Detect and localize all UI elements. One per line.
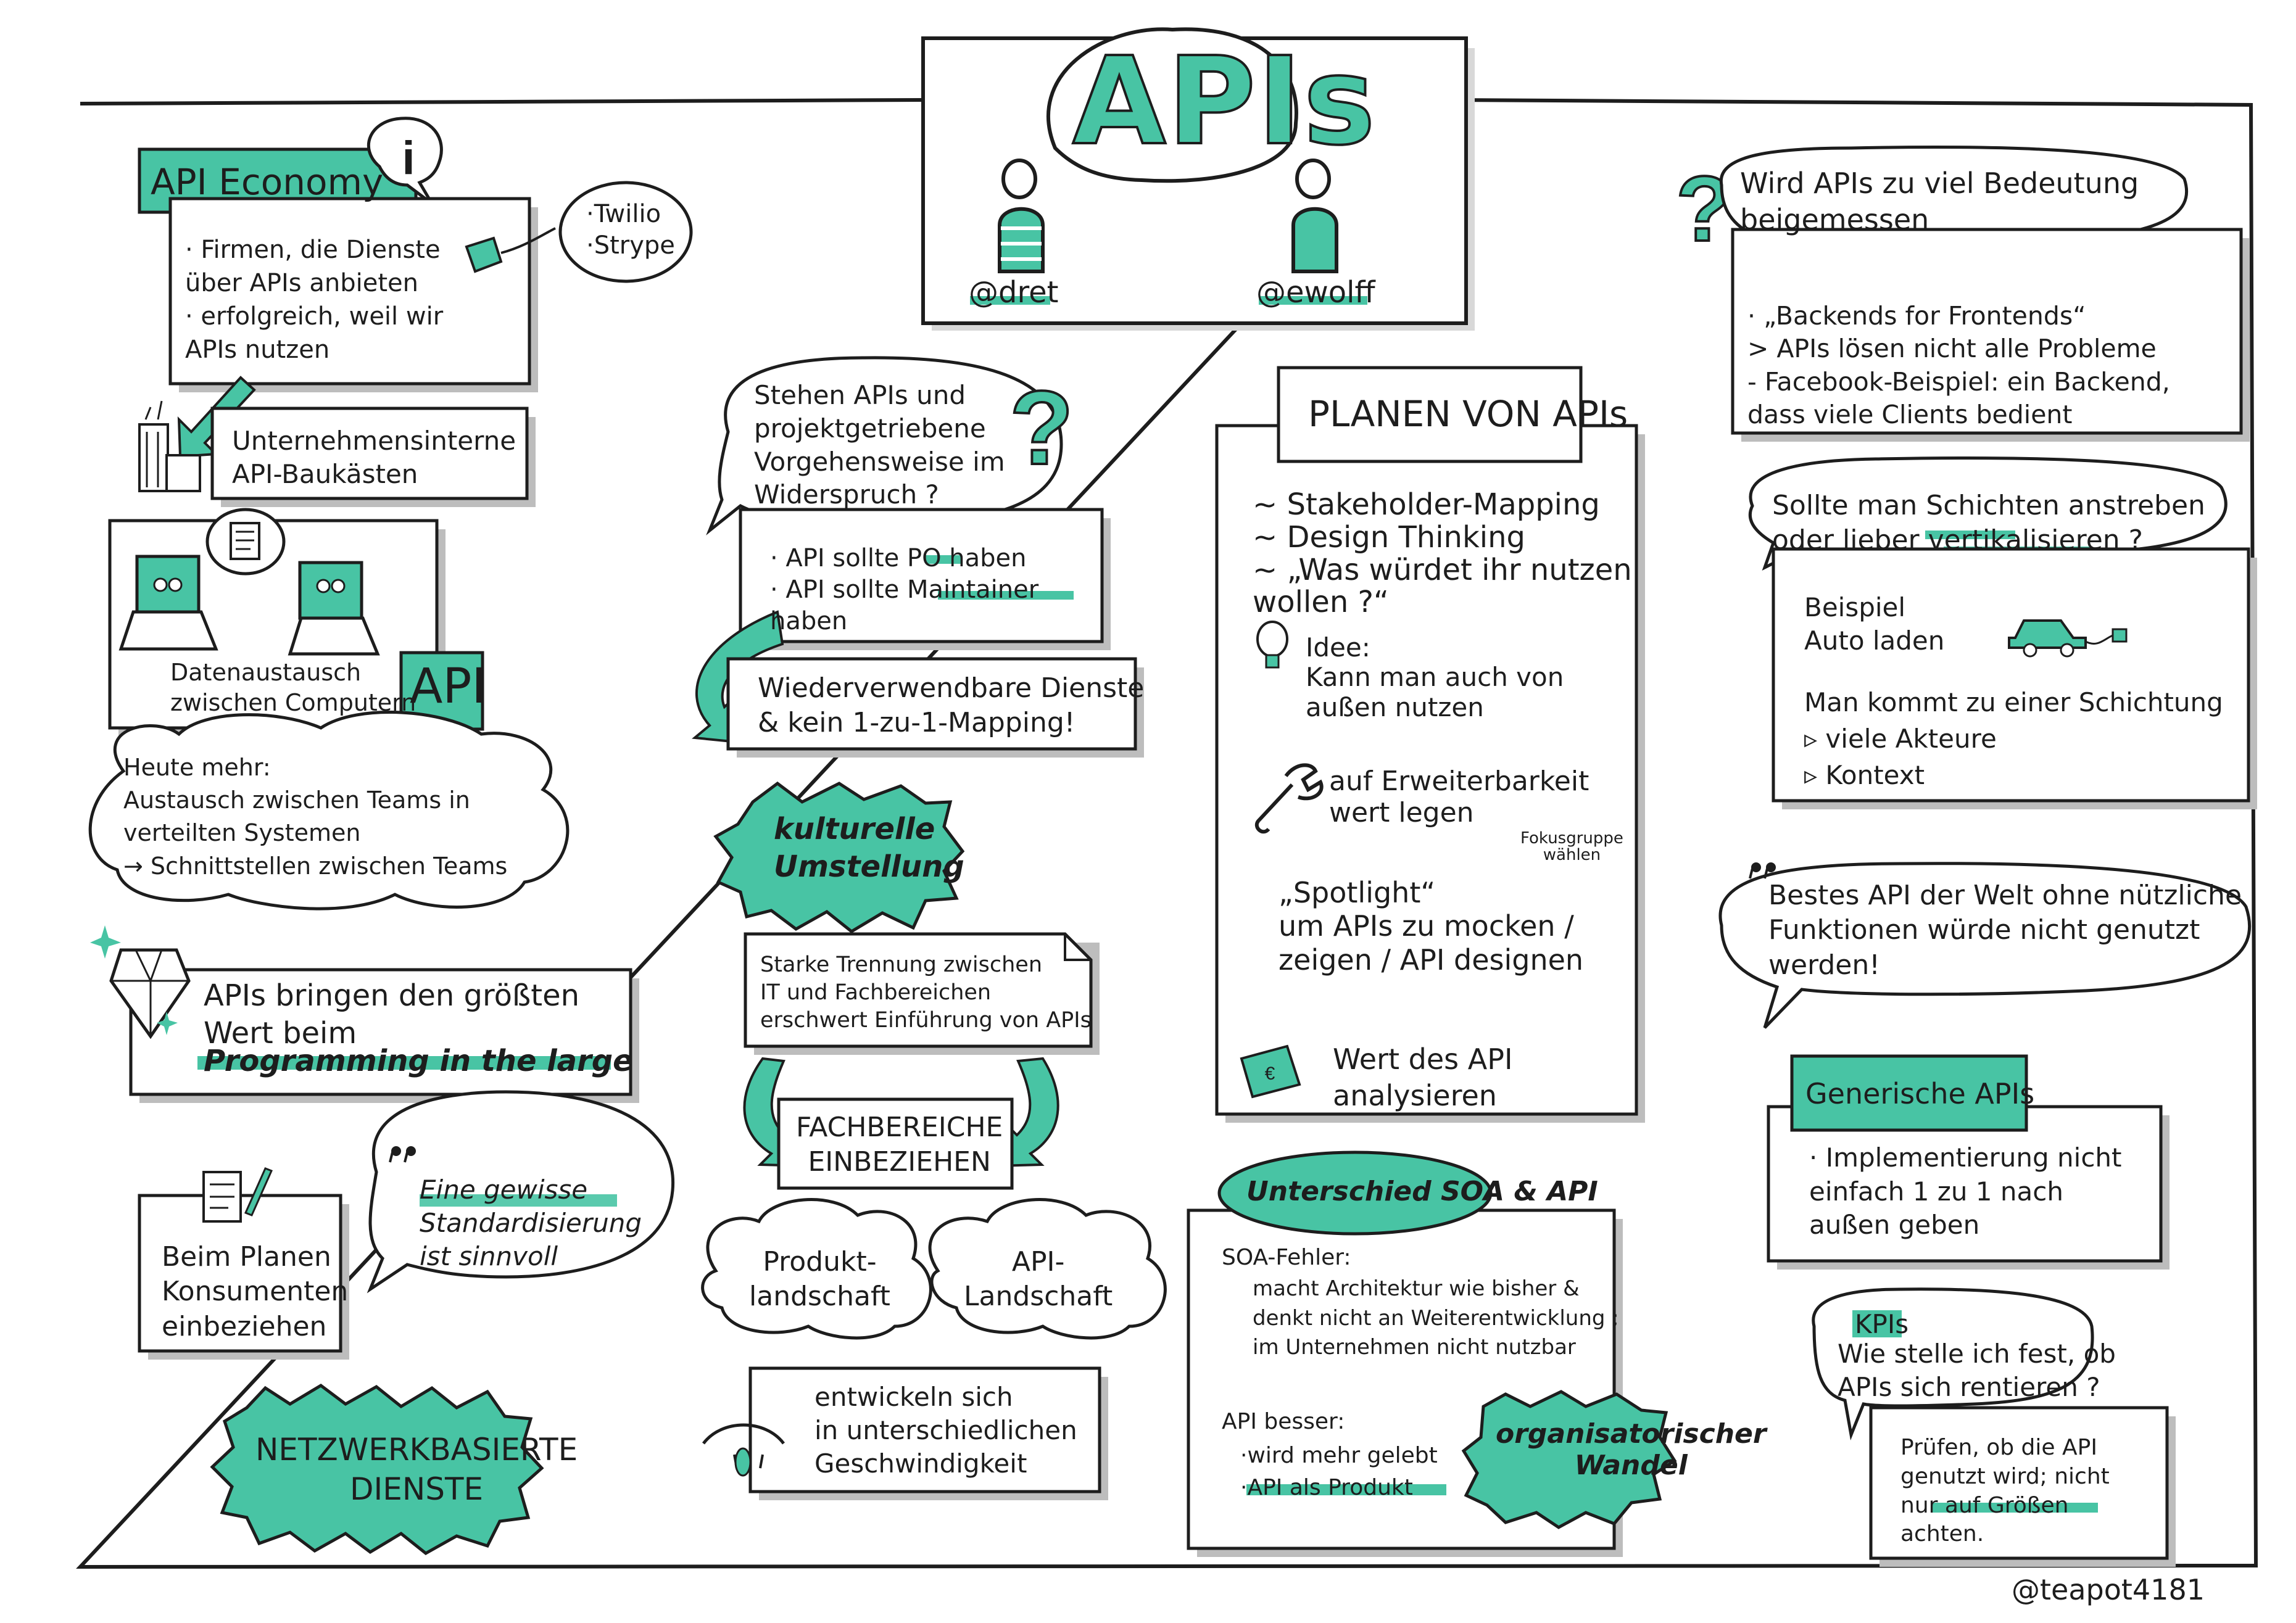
api-economy-body: · Firmen, die Dienste über APIs anbieten… <box>185 236 444 364</box>
right-question: Wird APIs zu viel Bedeutung beigemessen <box>1740 167 2139 236</box>
planen-wert: Wert des API analysieren <box>1333 1043 1513 1112</box>
pruefen-text: Prüfen, ob die API genutzt wird; nicht n… <box>1900 1435 2110 1547</box>
soa-title: Unterschied SOA & API <box>1246 1176 1598 1207</box>
quote-text: Eine gewisse Standardisierung ist sinnvo… <box>420 1175 642 1271</box>
wandel-text: organisatorischer Wandel <box>1496 1418 1767 1481</box>
kulturell-text: kulturelle Umstellung <box>774 812 964 885</box>
soa-besser-label: API besser: <box>1222 1409 1345 1434</box>
trennung-text: Starke Trennung zwischen IT und Fachbere… <box>760 952 1092 1033</box>
fachbereiche-text: FACHBEREICHE EINBEZIEHEN <box>796 1112 1003 1178</box>
svg-text:i: i <box>402 132 415 184</box>
planen-methods: ~ Stakeholder-Mapping ~ Design Thinking … <box>1253 487 1632 620</box>
kpi-title: KPIs <box>1855 1309 1909 1339</box>
question-mark-icon: ? <box>1008 368 1075 488</box>
planen-title: PLANEN VON APIs <box>1308 393 1628 435</box>
schichten-text: Sollte man Schichten anstreben oder lieb… <box>1772 490 2205 556</box>
api-economy-title: API Economy <box>151 161 384 203</box>
netzwerk-text: NETZWERKBASIERTE DIENSTE <box>255 1432 578 1507</box>
document-icon <box>205 508 286 576</box>
soa-besser: ·wird mehr gelebt ·API als Produkt <box>1240 1443 1438 1501</box>
person-left-icon <box>998 159 1045 273</box>
svg-text:€: € <box>1265 1063 1275 1084</box>
baukasten-text: Unternehmensinterne API-Baukästen <box>232 426 516 489</box>
soa-fehler-label: SOA-Fehler: <box>1222 1245 1351 1270</box>
bff-text: · „Backends for Frontends“ > APIs lösen … <box>1747 301 2170 429</box>
api-tag: API <box>410 659 486 714</box>
examples-list: ·Twilio ·Strype <box>586 200 675 260</box>
schichtung-text: Man kommt zu einer Schichtung ▹ viele Ak… <box>1804 687 2223 790</box>
svg-text:?: ? <box>1009 370 1074 487</box>
po-text: · API sollte PO haben · API sollte Maint… <box>770 544 1039 636</box>
cloud-produkt-text: Produkt- landschaft <box>749 1246 890 1313</box>
consumers-text: Beim Planen Konsumenten einbeziehen <box>162 1241 349 1342</box>
planen-idee: Idee: Kann man auch von außen nutzen <box>1306 632 1564 722</box>
page-title: APIs <box>1071 30 1377 173</box>
large-text: APIs bringen den größten Wert beim <box>204 978 580 1051</box>
soa-fehler: macht Architektur wie bisher & denkt nic… <box>1253 1276 1619 1360</box>
planen-erweiterbarkeit: auf Erweiterbarkeit wert legen <box>1329 766 1589 828</box>
author-credit: @teapot4181 <box>2012 1573 2205 1606</box>
person-right-handle: @ewolff <box>1256 275 1375 310</box>
cloud-api-text: API- Landschaft <box>964 1246 1113 1313</box>
generische-title: Generische APIs <box>1805 1077 2035 1110</box>
person-left-handle: @dret <box>969 275 1059 310</box>
cloud-text: Heute mehr: Austausch zwischen Teams in … <box>123 754 508 880</box>
computers-caption: Datenaustausch zwischen Computern <box>170 659 417 716</box>
reuse-text: Wiederverwendbare Dienste & kein 1-zu-1-… <box>758 672 1145 739</box>
develop-text: entwickeln sich in unterschiedlichen Ges… <box>814 1382 1077 1479</box>
kpi-text: Wie stelle ich fest, ob APIs sich rentie… <box>1838 1339 2116 1402</box>
center-question: Stehen APIs und projektgetriebene Vorgeh… <box>754 380 1005 510</box>
planen-spotlight: „Spotlight“ um APIs zu mocken / zeigen /… <box>1279 876 1584 977</box>
generische-text: · Implementierung nicht einfach 1 zu 1 n… <box>1809 1142 2122 1241</box>
large-highlight: Programming in the large <box>204 1044 633 1078</box>
beispiel-text: Beispiel Auto laden <box>1804 592 1945 656</box>
planen-fokus: Fokusgruppe wählen <box>1520 829 1623 865</box>
best-api-text: Bestes API der Welt ohne nützliche Funkt… <box>1768 880 2242 981</box>
